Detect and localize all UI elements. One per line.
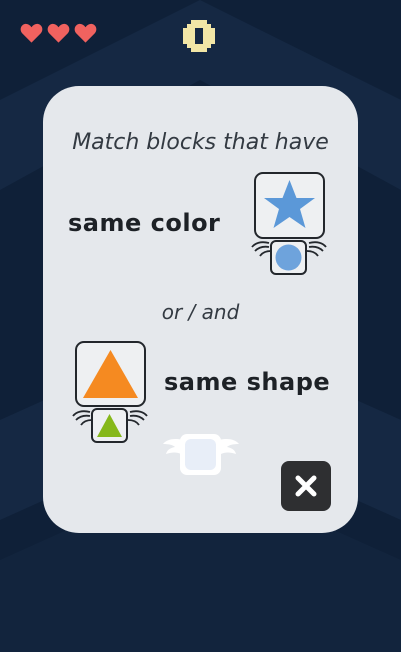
triangle-block xyxy=(75,341,146,407)
star-icon xyxy=(264,180,315,228)
heart-icon xyxy=(47,23,70,43)
rule-same-color: same color xyxy=(68,209,221,237)
heart-icon xyxy=(20,23,43,43)
intro-text: Match blocks that have xyxy=(72,130,329,155)
rule-same-shape: same shape xyxy=(164,368,331,396)
small-triangle-block xyxy=(91,408,128,443)
close-x-icon xyxy=(295,475,317,497)
tutorial-panel: Match blocks that have same color or / a… xyxy=(43,86,358,533)
triangle-icon xyxy=(83,350,138,398)
pixel-zero-icon xyxy=(183,20,215,52)
star-block xyxy=(254,172,325,239)
winged-ghost-block-icon xyxy=(163,434,239,475)
connector-text: or / and xyxy=(161,300,240,324)
triangle-icon xyxy=(97,414,122,437)
heart-icon xyxy=(74,23,97,43)
lives-indicator xyxy=(20,22,97,44)
circle-block xyxy=(270,240,307,275)
close-button[interactable] xyxy=(281,461,331,511)
circle-icon xyxy=(275,244,302,271)
